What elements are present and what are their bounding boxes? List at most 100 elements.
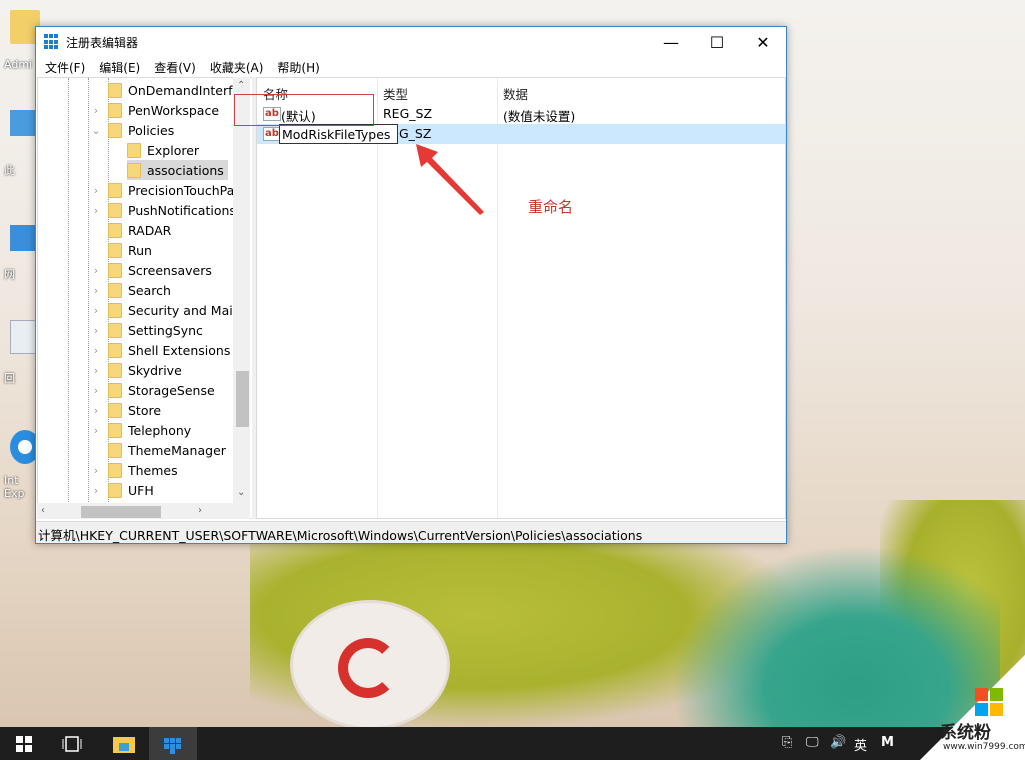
tree-item-label: Run	[128, 242, 152, 258]
chevron-right-icon[interactable]: ›	[91, 184, 101, 197]
tree-item[interactable]: OnDemandInterfa	[108, 80, 240, 100]
menu-edit[interactable]: 编辑(E)	[92, 59, 147, 76]
volume-tray-icon[interactable]: 🔊	[830, 735, 846, 750]
tree-item-label: StorageSense	[128, 382, 215, 398]
tree-item-label: PrecisionTouchPac	[128, 182, 242, 198]
title-bar[interactable]: 注册表编辑器 — ☐ ✕	[36, 27, 786, 57]
annotation-arrow	[416, 144, 484, 215]
tree-item[interactable]: › Skydrive	[94, 360, 182, 380]
tree-item[interactable]: › Shell Extensions	[94, 340, 230, 360]
menu-view[interactable]: 查看(V)	[147, 59, 203, 76]
chevron-right-icon[interactable]: ›	[91, 304, 101, 317]
tree-item[interactable]: Run	[108, 240, 152, 260]
tree-item-label: Security and Maint	[128, 302, 246, 318]
registry-editor-taskbar-button[interactable]	[149, 727, 197, 760]
tree-item[interactable]: › SettingSync	[94, 320, 203, 340]
menu-file[interactable]: 文件(F)	[38, 59, 92, 76]
chevron-right-icon[interactable]: ›	[91, 324, 101, 337]
wallpaper-shirt	[640, 520, 1000, 730]
annotation-text: 重命名	[528, 198, 574, 216]
chevron-right-icon[interactable]: ›	[91, 384, 101, 397]
tree-item[interactable]: › Security and Maint	[94, 300, 246, 320]
task-view-icon	[62, 735, 82, 752]
tree-item[interactable]: › Screensavers	[94, 260, 212, 280]
watermark-brand: 系统粉	[940, 723, 991, 743]
column-separator[interactable]	[497, 78, 498, 518]
tree-item-label: Screensavers	[128, 262, 212, 278]
folder-icon	[108, 222, 122, 238]
values-list: 名称 类型 数据 ab (默认) REG_SZ (数值未设置) ab ModRi…	[256, 77, 786, 519]
tree-item-label: SettingSync	[128, 322, 203, 338]
tree-item[interactable]: › PenWorkspace	[94, 100, 219, 120]
tree-item-label: associations	[147, 162, 224, 178]
folder-icon	[108, 382, 122, 398]
desktop-icon-label: 回	[4, 372, 15, 385]
tree-item[interactable]: › PushNotifications	[94, 200, 236, 220]
chevron-right-icon[interactable]: ›	[91, 464, 101, 477]
ime-mode-indicator[interactable]: M	[881, 735, 894, 750]
tree-item[interactable]: › PrecisionTouchPac	[94, 180, 242, 200]
tree-item[interactable]: RADAR	[108, 220, 171, 240]
wallpaper-badge	[290, 600, 450, 730]
file-explorer-icon	[113, 736, 135, 753]
tree-item[interactable]: ⌄ Policies	[91, 120, 174, 140]
column-separator[interactable]	[377, 78, 378, 518]
column-header-type[interactable]: 类型	[383, 84, 408, 103]
taskbar: ⎘ 🖵 🔊 英 M	[0, 727, 1025, 760]
close-button[interactable]: ✕	[740, 27, 786, 57]
tree-vertical-scrollbar[interactable]	[233, 77, 250, 503]
folder-icon	[108, 262, 122, 278]
tree-item-label: RADAR	[128, 222, 172, 238]
chevron-right-icon[interactable]: ›	[91, 364, 101, 377]
scroll-left-arrow[interactable]: ‹	[41, 505, 45, 516]
task-view-button[interactable]	[48, 727, 96, 760]
folder-icon	[108, 282, 122, 298]
tree-item[interactable]: associations	[127, 160, 228, 180]
tree-horizontal-scroll-thumb[interactable]	[81, 506, 161, 518]
tree-item[interactable]: › Telephony	[94, 420, 191, 440]
folder-icon	[108, 202, 122, 218]
value-row-selected[interactable]: ab ModRiskFileTypes G_SZ	[257, 124, 785, 144]
column-header-data[interactable]: 数据	[503, 84, 528, 103]
chevron-right-icon[interactable]: ›	[91, 404, 101, 417]
start-button[interactable]	[0, 727, 48, 760]
tree-item[interactable]: ThemeManager	[108, 440, 226, 460]
minimize-button[interactable]: —	[648, 27, 694, 57]
tree-item[interactable]: › Store	[94, 400, 161, 420]
tree-item-label: OnDemandInterfa	[128, 82, 241, 98]
folder-icon	[108, 442, 122, 458]
scroll-right-arrow[interactable]: ›	[198, 505, 202, 516]
scroll-up-arrow[interactable]: ⌃	[237, 80, 245, 91]
chevron-right-icon[interactable]: ›	[91, 284, 101, 297]
tree-item[interactable]: › Search	[94, 280, 171, 300]
network-tray-icon[interactable]: 🖵	[806, 735, 819, 750]
chevron-down-icon[interactable]: ⌄	[91, 124, 101, 137]
folder-icon	[108, 122, 122, 138]
usb-tray-icon[interactable]: ⎘	[782, 735, 792, 750]
tree-guide-line	[68, 78, 69, 518]
value-type: REG_SZ	[383, 106, 433, 121]
desktop-icon-label: 此	[4, 164, 15, 177]
ime-language-indicator[interactable]: 英	[854, 735, 867, 754]
tree-item[interactable]: Explorer	[127, 140, 199, 160]
menu-help[interactable]: 帮助(H)	[270, 59, 326, 76]
chevron-right-icon[interactable]: ›	[91, 484, 101, 497]
tree-item[interactable]: › StorageSense	[94, 380, 215, 400]
maximize-button[interactable]: ☐	[694, 27, 740, 57]
chevron-right-icon[interactable]: ›	[91, 344, 101, 357]
menu-favorites[interactable]: 收藏夹(A)	[203, 59, 271, 76]
chevron-right-icon[interactable]: ›	[91, 264, 101, 277]
scroll-down-arrow[interactable]: ⌄	[237, 487, 245, 498]
tree-item[interactable]: › Themes	[94, 460, 178, 480]
desktop-icon-label: 网	[4, 268, 15, 281]
file-explorer-taskbar-button[interactable]	[100, 727, 148, 760]
tree-guide-line	[88, 78, 89, 518]
rename-input[interactable]: ModRiskFileTypes	[279, 124, 398, 144]
folder-icon	[108, 302, 122, 318]
chevron-right-icon[interactable]: ›	[91, 204, 101, 217]
chevron-right-icon[interactable]: ›	[91, 104, 101, 117]
tree-item-label: PushNotifications	[128, 202, 236, 218]
tree-vertical-scroll-thumb[interactable]	[236, 371, 249, 427]
chevron-right-icon[interactable]: ›	[91, 424, 101, 437]
tree-item[interactable]: › UFH	[94, 480, 154, 500]
